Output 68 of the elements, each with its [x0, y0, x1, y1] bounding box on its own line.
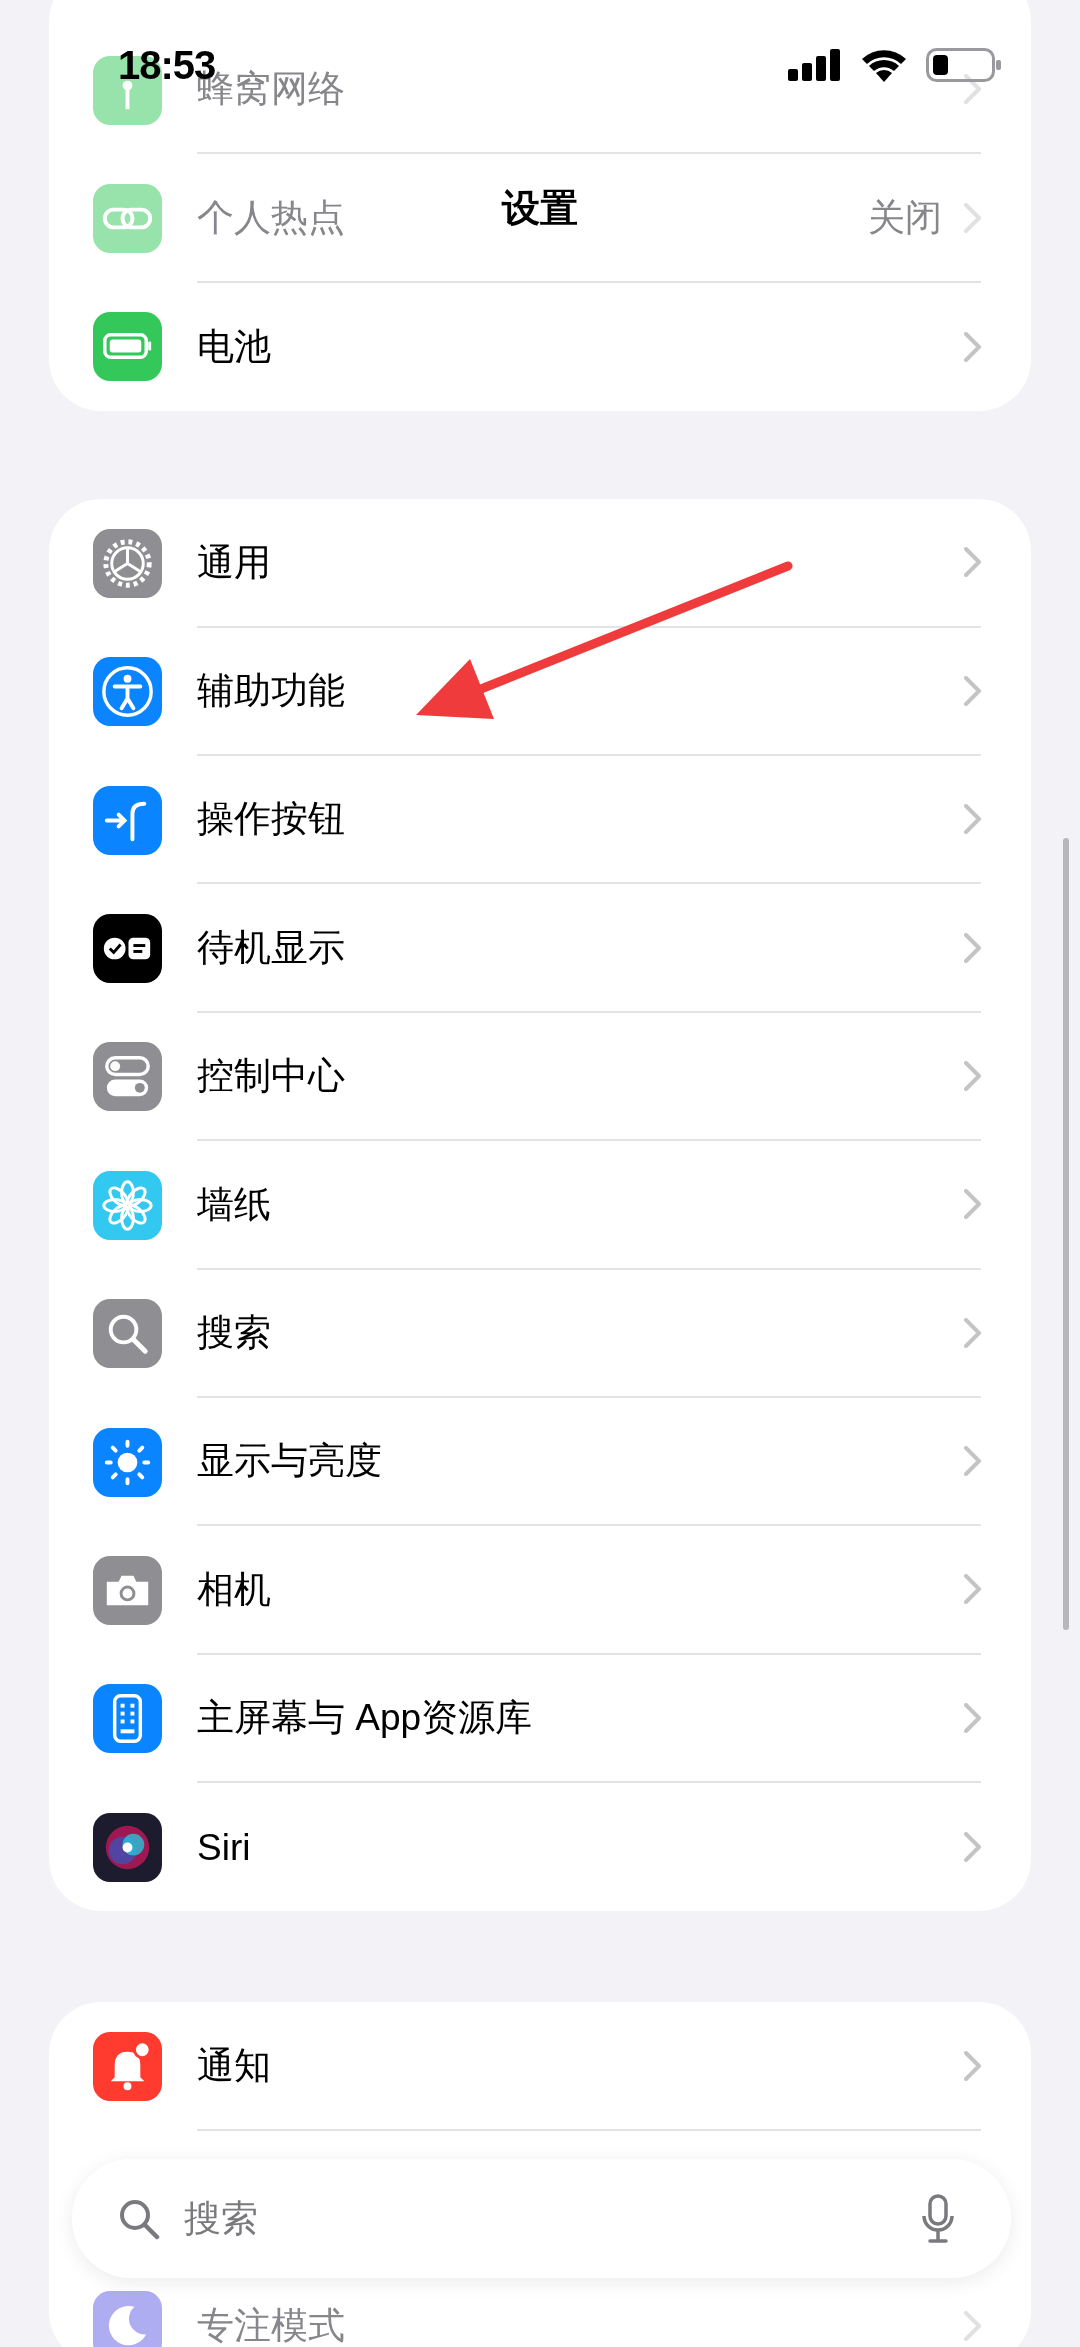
chevron-icon [964, 331, 981, 362]
chevron-icon [964, 1317, 981, 1348]
settings-row[interactable]: 操作按钮 [49, 755, 1031, 885]
settings-row[interactable]: 通用 [49, 499, 1031, 628]
settings-row[interactable]: 通知 [49, 2002, 1031, 2131]
chevron-icon [964, 2310, 981, 2341]
settings-row[interactable]: Siri [49, 1783, 1031, 1912]
action-button-icon [93, 785, 162, 855]
chevron-icon [964, 74, 981, 105]
page-title: 设置 [502, 186, 578, 231]
orb-icon [93, 1812, 162, 1882]
chevron-icon [964, 675, 981, 706]
wifi-icon [860, 48, 908, 82]
bell-icon [93, 2032, 162, 2102]
settings-icon [93, 528, 162, 598]
settings-row[interactable]: 控制中心 [49, 1012, 1031, 1142]
row-label: 电池 [197, 325, 271, 370]
chevron-icon [964, 202, 981, 233]
link-icon [93, 184, 162, 254]
settings-row[interactable]: 待机显示 [49, 884, 1031, 1013]
row-label: 辅助功能 [197, 669, 345, 713]
moon-icon [93, 2291, 162, 2347]
row-label: 个人热点 [197, 195, 345, 240]
row-label: 待机显示 [197, 925, 345, 970]
settings-row[interactable]: 专注模式 [49, 2287, 1031, 2347]
row-value: 关闭 [868, 195, 942, 240]
settings-row[interactable]: 相机 [49, 1526, 1031, 1655]
chevron-icon [964, 932, 981, 963]
accessibility-icon [93, 657, 162, 727]
row-label: 搜索 [197, 1310, 271, 1355]
chevron-icon [964, 1702, 981, 1733]
chevron-icon [964, 1574, 981, 1605]
toggles-icon [93, 1042, 162, 1112]
settings-row[interactable]: 墙纸 [49, 1141, 1031, 1270]
row-label: 主屏幕与 App资源库 [197, 1696, 533, 1741]
battery-icon [93, 312, 162, 382]
signal-icon [788, 49, 842, 81]
phone-grid-icon [93, 1684, 162, 1754]
chevron-icon [964, 547, 981, 578]
microphone-icon[interactable] [921, 2193, 955, 2244]
search-bar[interactable]: 搜索 [72, 2159, 1011, 2278]
search-icon [93, 1299, 162, 1369]
settings-row[interactable]: 主屏幕与 App资源库 [49, 1654, 1031, 1784]
settings-row[interactable]: 电池 [49, 282, 1031, 412]
settings-row[interactable]: 显示与亮度 [49, 1397, 1031, 1527]
settings-row[interactable]: 搜索 [49, 1269, 1031, 1398]
row-label: Siri [197, 1825, 251, 1870]
sun-icon [93, 1427, 162, 1497]
row-label: 操作按钮 [197, 797, 345, 842]
chevron-icon [964, 1446, 981, 1477]
search-field[interactable]: 搜索 [184, 2190, 921, 2247]
chevron-icon [964, 2050, 981, 2081]
row-label: 显示与亮度 [197, 1439, 382, 1484]
search-icon [118, 2197, 160, 2240]
row-label: 通用 [197, 540, 271, 585]
flower-icon [93, 1170, 162, 1240]
battery-icon [926, 48, 1002, 82]
row-label: 相机 [197, 1567, 271, 1612]
row-label: 专注模式 [197, 2304, 345, 2347]
row-label: 通知 [197, 2043, 271, 2088]
clock-card-icon [93, 914, 162, 984]
chevron-icon [964, 1189, 981, 1220]
chevron-icon [964, 804, 981, 835]
row-label: 墙纸 [197, 1182, 271, 1227]
chevron-icon [964, 1060, 981, 1091]
camera-icon [93, 1556, 162, 1625]
row-label: 控制中心 [197, 1054, 345, 1099]
chevron-icon [964, 1832, 981, 1863]
